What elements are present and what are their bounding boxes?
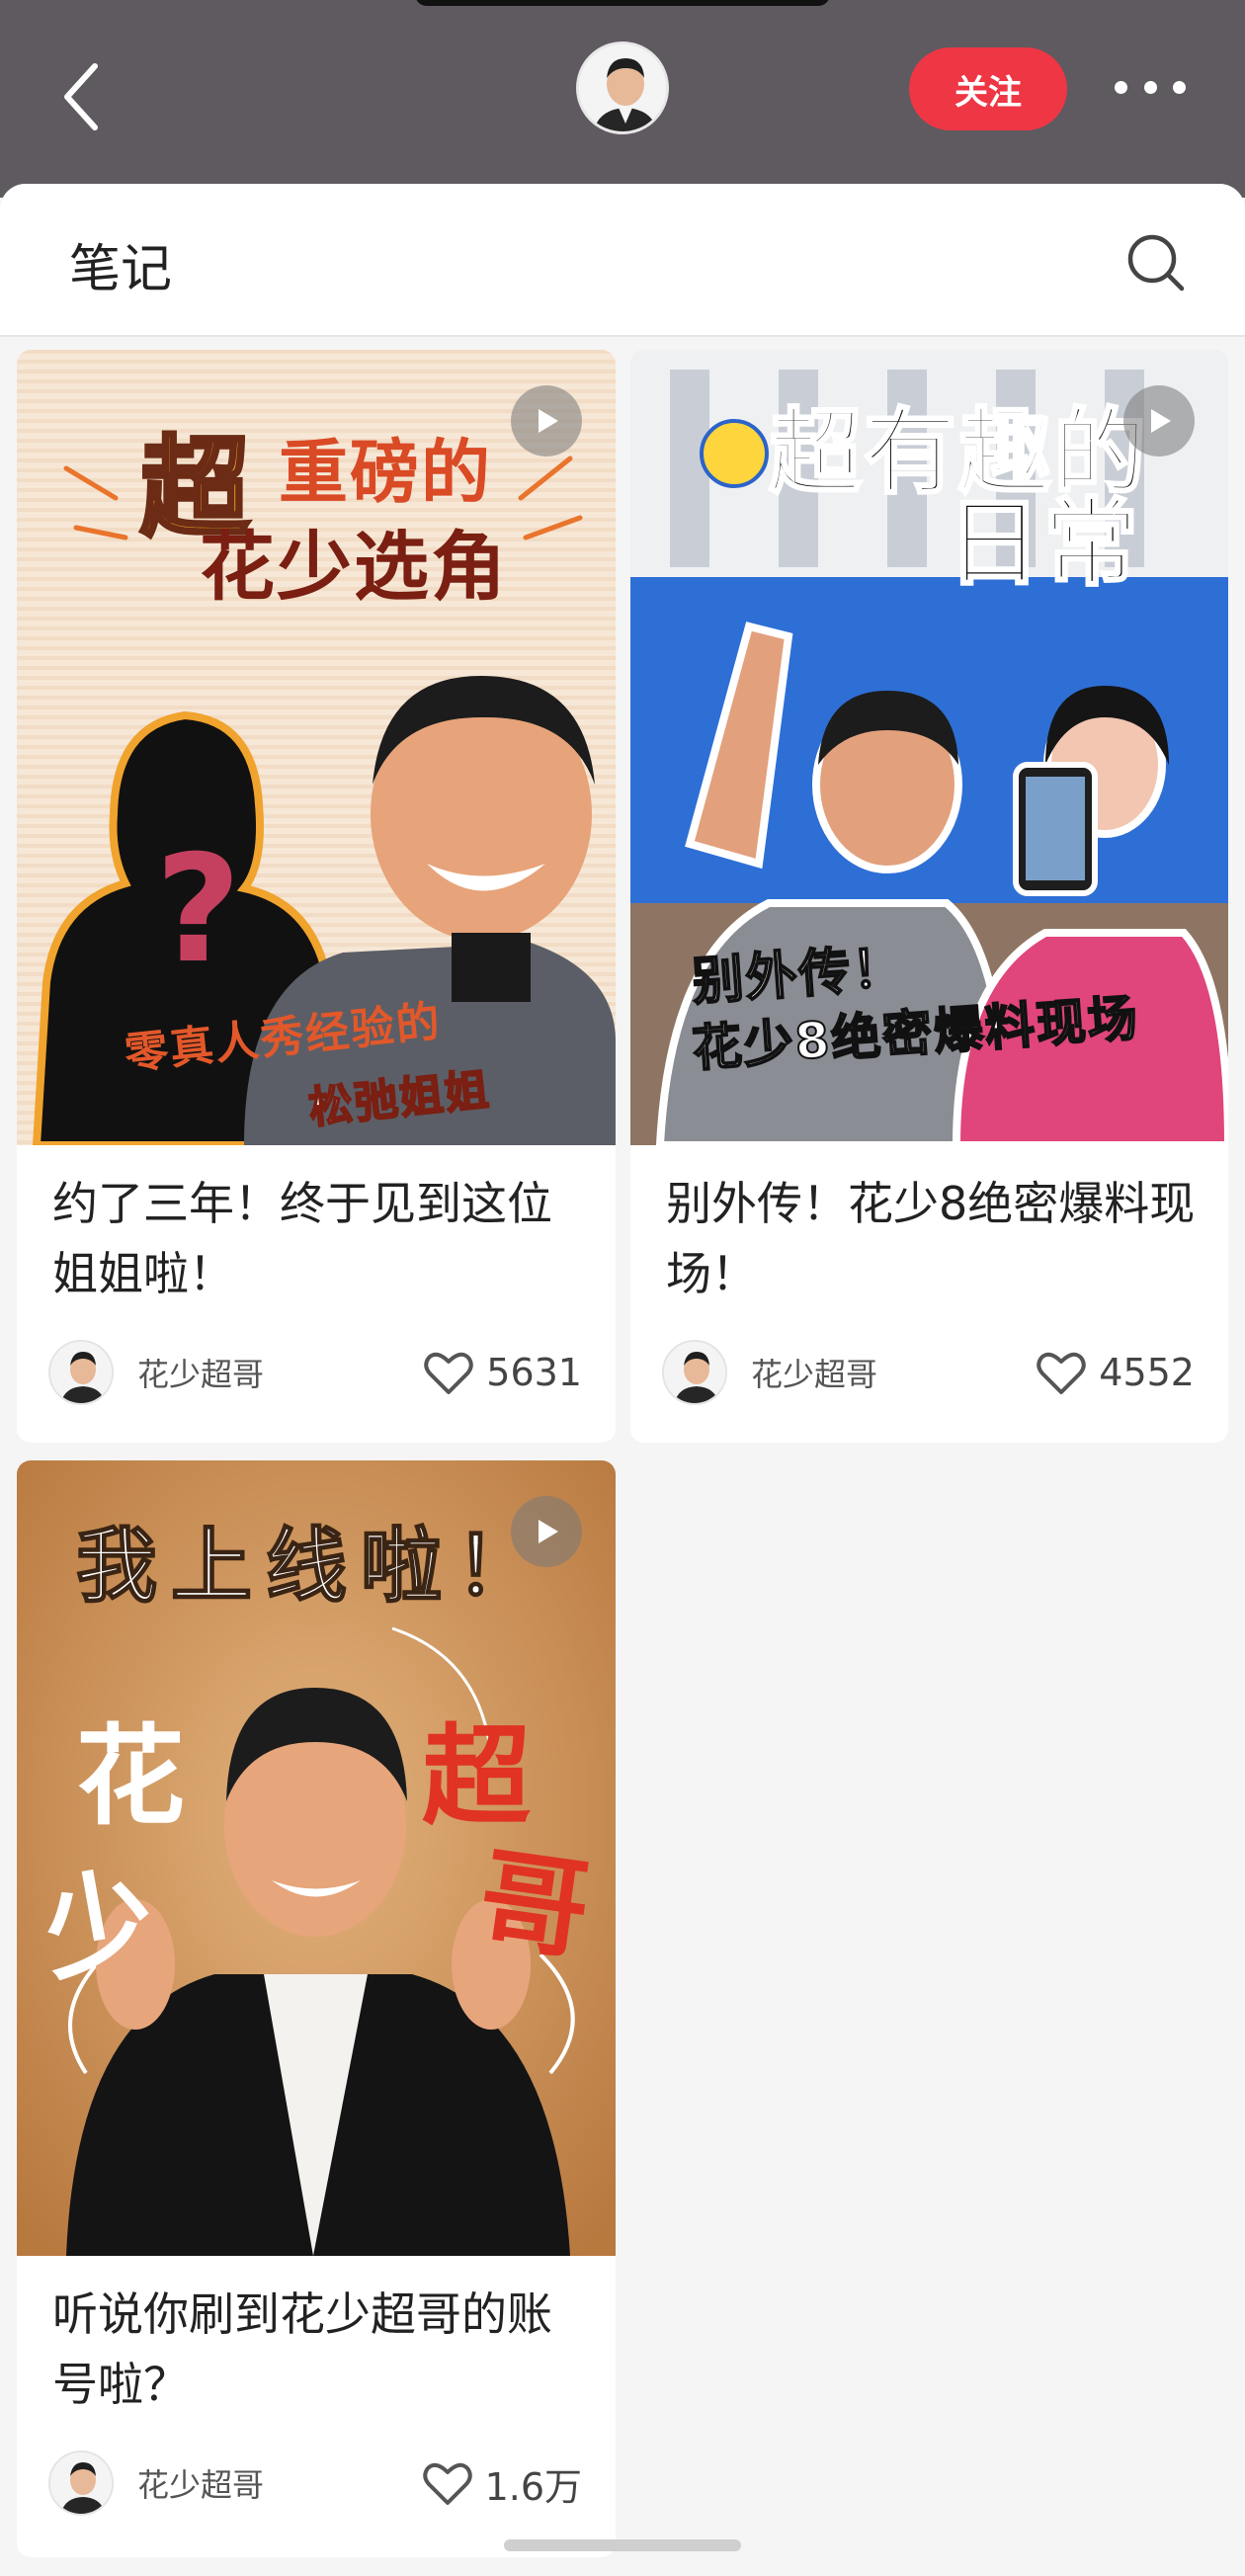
section-title: 笔记 bbox=[69, 240, 173, 299]
cover-headline: 我上线啦！ bbox=[75, 1519, 551, 1615]
more-dot bbox=[1143, 80, 1157, 94]
star-sticker bbox=[700, 419, 769, 488]
search-button[interactable] bbox=[1124, 231, 1188, 294]
device-notch bbox=[415, 0, 830, 6]
note-card[interactable]: 超 重磅的 花少选角 ? 零真人秀经验的 松弛姐姐 约了三年！终于见到这位姐姐啦… bbox=[17, 350, 616, 1443]
note-title[interactable]: 约了三年！终于见到这位姐姐啦！ bbox=[52, 1169, 586, 1309]
play-icon bbox=[539, 409, 558, 433]
search-icon bbox=[1127, 234, 1185, 291]
cover-mark: ? bbox=[155, 824, 244, 996]
author-avatar[interactable] bbox=[48, 2451, 114, 2516]
cover-headline-b: 日常 bbox=[946, 487, 1140, 601]
note-card[interactable]: 我上线啦！ 花 少 超 哥 听说你刷到花少超哥的账号啦？ 花少超哥 1.6万 bbox=[17, 1460, 616, 2557]
video-badge bbox=[511, 1496, 582, 1567]
note-meta: 花少超哥 4552 bbox=[662, 1338, 1195, 1407]
more-options-button[interactable] bbox=[1115, 71, 1186, 103]
note-card[interactable]: 超有趣的 日常 别外传！ 花少8绝密爆料现场 别外传！花少8绝密爆料现场！ 花少… bbox=[630, 350, 1228, 1443]
profile-avatar[interactable] bbox=[576, 42, 669, 134]
author-name[interactable]: 花少超哥 bbox=[137, 2460, 420, 2506]
chevron-left-icon bbox=[64, 63, 98, 130]
author-avatar[interactable] bbox=[48, 1340, 114, 1405]
avatar-image bbox=[50, 1342, 112, 1403]
cover-name-d: 哥 bbox=[471, 1834, 599, 1976]
note-cover-image: 超 重磅的 花少选角 ? 零真人秀经验的 松弛姐姐 bbox=[17, 350, 616, 1145]
note-cover-image: 我上线啦！ 花 少 超 哥 bbox=[17, 1460, 616, 2256]
notes-section-header: 笔记 bbox=[0, 184, 1245, 337]
play-icon bbox=[1151, 409, 1171, 433]
author-name[interactable]: 花少超哥 bbox=[137, 1350, 421, 1395]
back-button[interactable] bbox=[51, 57, 111, 136]
cover-headline-b: 重磅的 bbox=[279, 432, 492, 513]
video-badge bbox=[511, 385, 582, 457]
avatar-image bbox=[50, 2452, 112, 2514]
note-title[interactable]: 别外传！花少8绝密爆料现场！ bbox=[666, 1169, 1199, 1309]
home-indicator[interactable] bbox=[504, 2539, 741, 2551]
note-meta: 花少超哥 1.6万 bbox=[48, 2449, 582, 2518]
avatar-image bbox=[664, 1342, 725, 1403]
avatar-image bbox=[579, 44, 666, 131]
cover-name-a: 花 bbox=[76, 1713, 187, 1840]
note-meta: 花少超哥 5631 bbox=[48, 1338, 582, 1407]
more-dot bbox=[1173, 80, 1186, 94]
author-name[interactable]: 花少超哥 bbox=[751, 1350, 1034, 1395]
heart-icon[interactable] bbox=[421, 1345, 476, 1400]
play-icon bbox=[539, 1520, 558, 1543]
heart-icon[interactable] bbox=[1034, 1345, 1089, 1400]
like-count: 1.6万 bbox=[484, 2464, 582, 2509]
author-avatar[interactable] bbox=[662, 1340, 727, 1405]
more-dot bbox=[1115, 80, 1127, 94]
follow-button[interactable]: 关注 bbox=[909, 47, 1067, 130]
note-title[interactable]: 听说你刷到花少超哥的账号啦？ bbox=[52, 2280, 586, 2420]
profile-header: 关注 bbox=[0, 0, 1245, 198]
video-badge bbox=[1123, 385, 1195, 457]
like-count: 4552 bbox=[1099, 1351, 1195, 1394]
note-cover-image: 超有趣的 日常 别外传！ 花少8绝密爆料现场 bbox=[630, 350, 1228, 1145]
heart-icon[interactable] bbox=[420, 2455, 475, 2511]
like-count: 5631 bbox=[486, 1351, 582, 1394]
cover-headline-c: 花少选角 bbox=[200, 523, 508, 611]
